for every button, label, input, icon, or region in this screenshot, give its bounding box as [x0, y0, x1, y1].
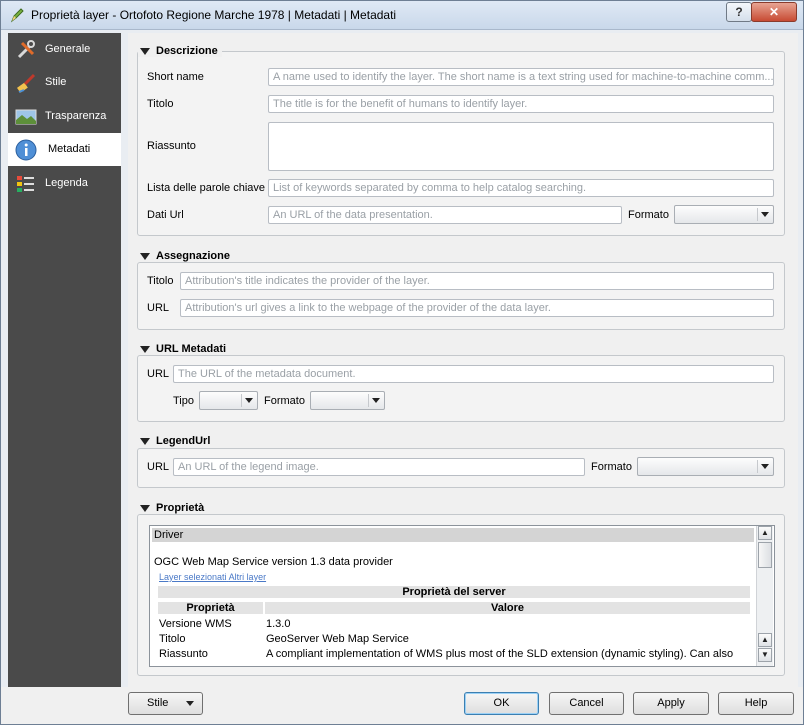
scroll-down-icon[interactable]: ▼ — [758, 648, 772, 662]
group-title-label: LegendUrl — [156, 435, 211, 447]
title-bar: Proprietà layer - Ortofoto Regione March… — [1, 1, 803, 30]
legend-url-group-title[interactable]: LegendUrl — [138, 435, 215, 447]
dati-url-label: Dati Url — [147, 209, 184, 221]
group-title-label: Descrizione — [156, 45, 218, 57]
tools-icon — [17, 40, 35, 59]
group-title-label: Assegnazione — [156, 250, 230, 262]
column-header-value: Valore — [265, 602, 750, 614]
row-key: Titolo — [159, 633, 186, 645]
sidebar: Generale Stile Trasparenza Metadati Lege… — [8, 33, 121, 687]
metadata-formato-label: Formato — [264, 395, 305, 407]
keywords-input[interactable]: List of keywords separated by comma to h… — [268, 179, 774, 197]
titolo-label: Titolo — [147, 98, 174, 110]
scroll-up-icon[interactable]: ▲ — [758, 633, 772, 647]
attribution-url-input[interactable]: Attribution's url gives a link to the we… — [180, 299, 774, 317]
attribution-titolo-label: Titolo — [147, 275, 174, 287]
chevron-down-icon — [761, 464, 769, 469]
row-value: A compliant implementation of WMS plus m… — [266, 648, 734, 660]
riassunto-label: Riassunto — [147, 140, 196, 152]
layer-properties-dialog: Proprietà layer - Ortofoto Regione March… — [0, 0, 804, 725]
assegnazione-group-title[interactable]: Assegnazione — [138, 250, 234, 262]
ok-button[interactable]: OK — [464, 692, 539, 715]
chevron-down-icon — [186, 701, 194, 706]
attribution-url-label: URL — [147, 302, 170, 314]
row-value: GeoServer Web Map Service — [266, 633, 409, 645]
sidebar-item-generale[interactable]: Generale — [8, 33, 121, 66]
row-value: 1.3.0 — [266, 618, 291, 630]
metadata-url-label: URL — [147, 368, 170, 380]
chevron-down-icon — [372, 398, 380, 403]
scroll-up-icon[interactable]: ▲ — [758, 526, 772, 540]
sidebar-item-metadati[interactable]: Metadati — [8, 133, 121, 166]
legend-url-input[interactable]: An URL of the legend image. — [173, 458, 585, 476]
info-icon — [15, 139, 37, 161]
collapse-arrow-icon — [140, 345, 150, 353]
descrizione-group-title[interactable]: Descrizione — [138, 45, 222, 57]
legend-icon — [17, 176, 34, 192]
cancel-button[interactable]: Cancel — [549, 692, 624, 715]
row-key: Riassunto — [159, 648, 208, 660]
window-title: Proprietà layer - Ortofoto Regione March… — [31, 8, 397, 22]
sidebar-item-label: Legenda — [45, 177, 88, 189]
riassunto-textarea[interactable] — [268, 122, 774, 171]
dati-url-input[interactable]: An URL of the data presentation. — [268, 206, 622, 224]
transparency-icon — [15, 109, 37, 125]
metadata-tipo-select[interactable] — [199, 391, 258, 410]
help-title-button[interactable]: ? — [726, 2, 752, 22]
short-name-label: Short name — [147, 71, 204, 83]
collapse-arrow-icon — [140, 252, 150, 260]
legend-formato-select[interactable] — [637, 457, 774, 476]
paintbrush-icon — [17, 73, 36, 93]
pencil-icon — [10, 8, 24, 23]
stile-button-label: Stile — [147, 697, 169, 709]
sidebar-item-label: Generale — [45, 43, 91, 55]
dati-url-formato-label: Formato — [628, 209, 669, 221]
row-key: Versione WMS — [159, 618, 232, 630]
properties-viewer[interactable]: Driver OGC Web Map Service version 1.3 d… — [149, 525, 775, 667]
legend-url-label: URL — [147, 461, 170, 473]
chevron-down-icon — [245, 398, 253, 403]
titolo-input[interactable]: The title is for the benefit of humans t… — [268, 95, 774, 113]
proprieta-group-title[interactable]: Proprietà — [138, 502, 209, 514]
metadata-formato-select[interactable] — [310, 391, 385, 410]
collapse-arrow-icon — [140, 504, 150, 512]
layer-links: Layer selezionati Altri layer — [159, 572, 266, 582]
apply-button[interactable]: Apply — [633, 692, 709, 715]
sidebar-item-trasparenza[interactable]: Trasparenza — [8, 100, 121, 133]
stile-menu-button[interactable]: Stile — [128, 692, 203, 715]
provider-text: OGC Web Map Service version 1.3 data pro… — [154, 556, 393, 568]
sidebar-item-legenda[interactable]: Legenda — [8, 167, 121, 200]
sidebar-item-label: Metadati — [48, 143, 91, 155]
metadata-url-input[interactable]: The URL of the metadata document. — [173, 365, 774, 383]
altri-layer-link[interactable]: Altri layer — [229, 572, 267, 582]
properties-scrollbar[interactable]: ▲ ▲ ▼ — [756, 526, 773, 666]
collapse-arrow-icon — [140, 47, 150, 55]
sidebar-item-stile[interactable]: Stile — [8, 66, 121, 99]
group-title-label: Proprietà — [156, 502, 205, 514]
server-properties-header: Proprietà del server — [158, 586, 750, 598]
group-title-label: URL Metadati — [156, 343, 227, 355]
layer-selezionati-link[interactable]: Layer selezionati — [159, 572, 227, 582]
scroll-thumb[interactable] — [758, 542, 772, 568]
help-button[interactable]: Help — [718, 692, 794, 715]
short-name-input[interactable]: A name used to identify the layer. The s… — [268, 68, 774, 86]
chevron-down-icon — [761, 212, 769, 217]
url-metadati-group-title[interactable]: URL Metadati — [138, 343, 231, 355]
dati-url-formato-select[interactable] — [674, 205, 774, 224]
keywords-label: Lista delle parole chiave — [147, 182, 266, 194]
driver-header: Driver — [152, 528, 754, 542]
collapse-arrow-icon — [140, 437, 150, 445]
close-button[interactable]: ✕ — [751, 2, 797, 22]
attribution-titolo-input[interactable]: Attribution's title indicates the provid… — [180, 272, 774, 290]
sidebar-item-label: Trasparenza — [45, 110, 107, 122]
column-header-property: Proprietà — [158, 602, 263, 614]
legend-formato-label: Formato — [591, 461, 632, 473]
metadata-tipo-label: Tipo — [173, 395, 194, 407]
sidebar-item-label: Stile — [45, 76, 67, 88]
